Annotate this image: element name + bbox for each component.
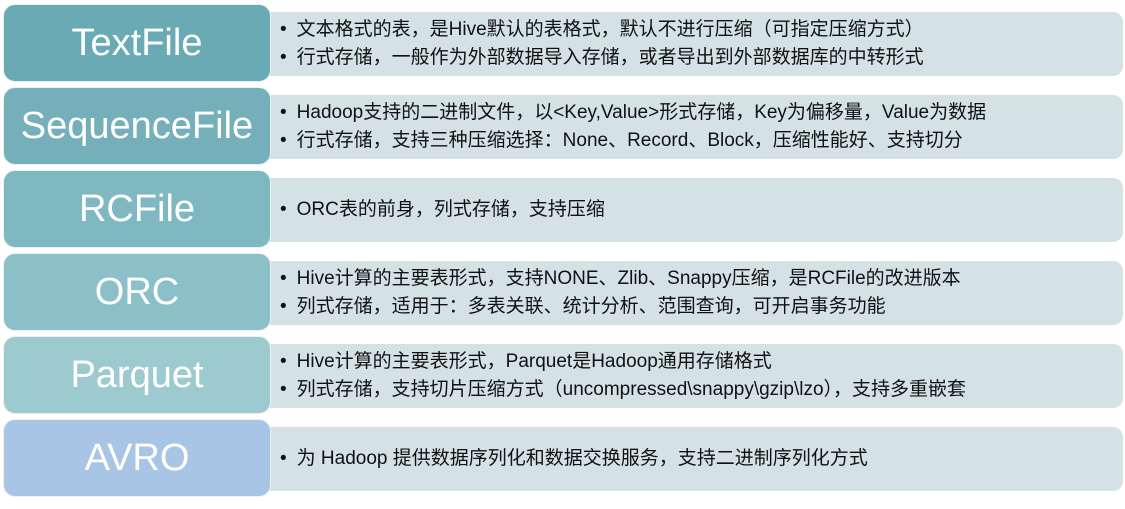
format-label: RCFile (3, 170, 271, 248)
bullet-item: Hive计算的主要表形式，支持NONE、Zlib、Snappy压缩，是RCFil… (292, 265, 1123, 293)
format-row: ORC表的前身，列式存储，支持压缩 RCFile (0, 170, 1125, 250)
bullet-item: 列式存储，适用于：多表关联、统计分析、范围查询，可开启事务功能 (292, 293, 1123, 321)
description-panel: ORC表的前身，列式存储，支持压缩 (262, 178, 1123, 242)
format-label: Parquet (3, 336, 271, 414)
format-label: ORC (3, 253, 271, 331)
bullet-item: 文本格式的表，是Hive默认的表格式，默认不进行压缩（可指定压缩方式） (292, 16, 1123, 44)
bullet-item: 列式存储，支持切片压缩方式（uncompressed\snappy\gzip\l… (292, 376, 1123, 404)
bullet-item: 为 Hadoop 提供数据序列化和数据交换服务，支持二进制序列化方式 (292, 445, 1123, 473)
format-label: SequenceFile (3, 87, 271, 165)
description-panel: 为 Hadoop 提供数据序列化和数据交换服务，支持二进制序列化方式 (262, 427, 1123, 491)
format-label: TextFile (3, 4, 271, 82)
format-label: AVRO (3, 419, 271, 497)
description-panel: 文本格式的表，是Hive默认的表格式，默认不进行压缩（可指定压缩方式）行式存储，… (262, 12, 1123, 76)
format-row: 为 Hadoop 提供数据序列化和数据交换服务，支持二进制序列化方式 AVRO (0, 419, 1125, 499)
format-row: Hadoop支持的二进制文件，以<Key,Value>形式存储，Key为偏移量，… (0, 87, 1125, 167)
bullet-item: Hive计算的主要表形式，Parquet是Hadoop通用存储格式 (292, 348, 1123, 376)
bullet-item: 行式存储，支持三种压缩选择：None、Record、Block，压缩性能好、支持… (292, 127, 1123, 155)
format-row: Hive计算的主要表形式，支持NONE、Zlib、Snappy压缩，是RCFil… (0, 253, 1125, 333)
bullet-item: ORC表的前身，列式存储，支持压缩 (292, 196, 1123, 224)
format-row: 文本格式的表，是Hive默认的表格式，默认不进行压缩（可指定压缩方式）行式存储，… (0, 4, 1125, 84)
format-row: Hive计算的主要表形式，Parquet是Hadoop通用存储格式列式存储，支持… (0, 336, 1125, 416)
bullet-item: 行式存储，一般作为外部数据导入存储，或者导出到外部数据库的中转形式 (292, 44, 1123, 72)
bullet-item: Hadoop支持的二进制文件，以<Key,Value>形式存储，Key为偏移量，… (292, 99, 1123, 127)
description-panel: Hive计算的主要表形式，Parquet是Hadoop通用存储格式列式存储，支持… (262, 344, 1123, 408)
description-panel: Hadoop支持的二进制文件，以<Key,Value>形式存储，Key为偏移量，… (262, 95, 1123, 159)
description-panel: Hive计算的主要表形式，支持NONE、Zlib、Snappy压缩，是RCFil… (262, 261, 1123, 325)
